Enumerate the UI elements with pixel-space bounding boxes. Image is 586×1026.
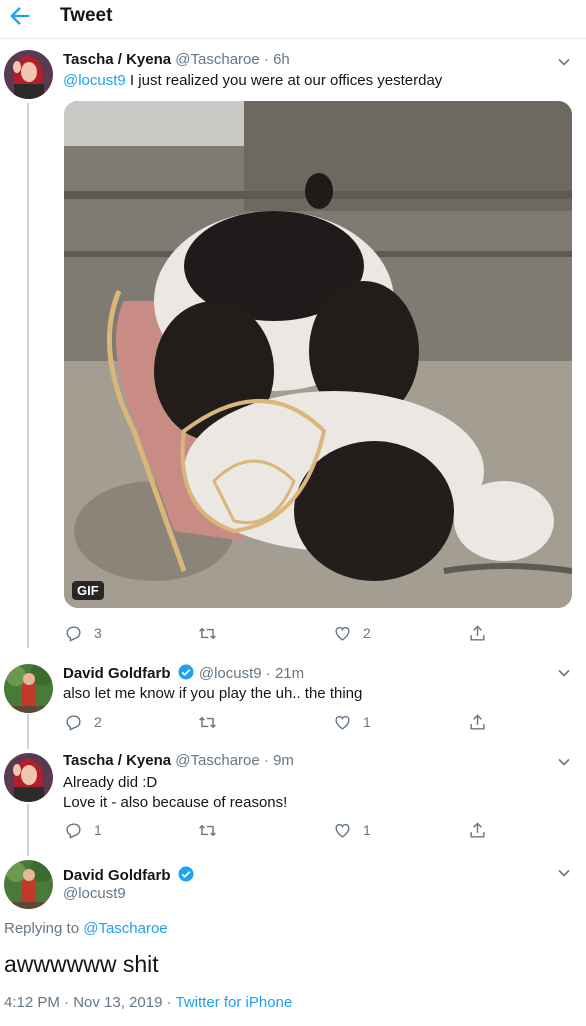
display-name[interactable]: David Goldfarb [63, 665, 171, 682]
display-name[interactable]: David Goldfarb [63, 867, 171, 884]
retweet-action[interactable] [198, 623, 228, 643]
retweet-icon [199, 716, 216, 728]
retweet-icon [199, 824, 216, 836]
like-action[interactable]: 1 [333, 712, 371, 732]
page-title: Tweet [60, 5, 113, 26]
timestamp[interactable]: 6h [273, 51, 290, 68]
tweet-text: also let me know if you play the uh.. th… [63, 685, 363, 702]
handle[interactable]: @locust9 [63, 885, 126, 902]
separator-dot: · [162, 994, 176, 1011]
avatar[interactable] [4, 664, 53, 713]
reply-action[interactable]: 2 [64, 712, 102, 732]
share-action[interactable] [468, 623, 487, 643]
tweet-text: @locust9 I just realized you were at our… [63, 71, 442, 91]
chevron-down-icon[interactable] [554, 863, 574, 883]
tweet-meta: 4:12 PM · Nov 13, 2019 · Twitter for iPh… [4, 994, 292, 1011]
share-action[interactable] [468, 820, 487, 840]
tweet-time[interactable]: 4:12 PM [4, 994, 60, 1011]
retweet-action[interactable] [198, 712, 228, 732]
thread-line [27, 804, 29, 856]
thread-line [27, 714, 29, 749]
top-bar: Tweet [0, 0, 586, 39]
main-tweet-text: awwwwww shit [4, 951, 159, 977]
thread-line [27, 103, 29, 648]
replying-prefix: Replying to [4, 920, 84, 937]
reply-action[interactable]: 3 [64, 623, 102, 643]
share-icon [470, 624, 485, 641]
like-count: 1 [363, 714, 371, 730]
reply-count: 2 [94, 714, 102, 730]
gif-media[interactable]: GIF [64, 101, 572, 608]
tweet-header: David Goldfarb @locust9 · 21m [63, 663, 304, 682]
reply-count: 3 [94, 625, 102, 641]
share-icon [470, 713, 485, 730]
handle[interactable]: @locust9 [199, 665, 262, 682]
like-icon [335, 626, 350, 641]
display-name[interactable]: Tascha / Kyena [63, 752, 171, 769]
handle[interactable]: @Tascharoe [175, 51, 259, 68]
tweet-body: I just realized you were at our offices … [125, 72, 443, 89]
avatar[interactable] [4, 50, 53, 99]
back-arrow-icon[interactable] [6, 2, 34, 30]
main-tweet-handle: @locust9 [63, 885, 126, 902]
tweet-text: Already did :D Love it - also because of… [63, 773, 287, 813]
verified-badge-icon [178, 866, 194, 882]
timestamp[interactable]: 9m [273, 752, 294, 769]
gif-badge: GIF [72, 581, 104, 600]
tweet-text-line: Love it - also because of reasons! [63, 794, 288, 811]
tweet-source-link[interactable]: Twitter for iPhone [176, 994, 293, 1011]
reply-action[interactable]: 1 [64, 820, 102, 840]
like-action[interactable]: 1 [333, 820, 371, 840]
chevron-down-icon[interactable] [554, 52, 574, 72]
retweet-action[interactable] [198, 820, 228, 840]
main-tweet-name: David Goldfarb [63, 865, 195, 884]
replying-to: Replying to @Tascharoe [4, 920, 168, 937]
timestamp[interactable]: 21m [275, 665, 304, 682]
reply-icon [66, 822, 81, 839]
reply-count: 1 [94, 822, 102, 838]
share-action[interactable] [468, 712, 487, 732]
display-name[interactable]: Tascha / Kyena [63, 51, 171, 68]
handle[interactable]: @Tascharoe [175, 752, 259, 769]
like-action[interactable]: 2 [333, 623, 371, 643]
mention-link[interactable]: @locust9 [63, 72, 126, 89]
avatar[interactable] [4, 860, 53, 909]
reply-icon [66, 714, 81, 731]
verified-badge-icon [178, 664, 194, 680]
like-count: 1 [363, 822, 371, 838]
separator-dot: · [59, 994, 74, 1011]
chevron-down-icon[interactable] [554, 663, 574, 683]
replying-mention-link[interactable]: @Tascharoe [83, 920, 167, 937]
tweet-text-line: Already did :D [63, 774, 158, 791]
separator-dot: · [263, 51, 269, 68]
reply-icon [66, 625, 81, 642]
retweet-icon [199, 627, 216, 639]
tweet-header: Tascha / Kyena @Tascharoe · 9m [63, 752, 294, 769]
chevron-down-icon[interactable] [554, 752, 574, 772]
tweet-date[interactable]: Nov 13, 2019 [73, 994, 162, 1011]
tweet-header: Tascha / Kyena @Tascharoe · 6h [63, 51, 290, 68]
separator-dot: · [263, 752, 269, 769]
like-icon [335, 715, 350, 730]
like-icon [335, 823, 350, 838]
like-count: 2 [363, 625, 371, 641]
share-icon [470, 821, 485, 838]
separator-dot: · [265, 665, 271, 682]
avatar[interactable] [4, 753, 53, 802]
